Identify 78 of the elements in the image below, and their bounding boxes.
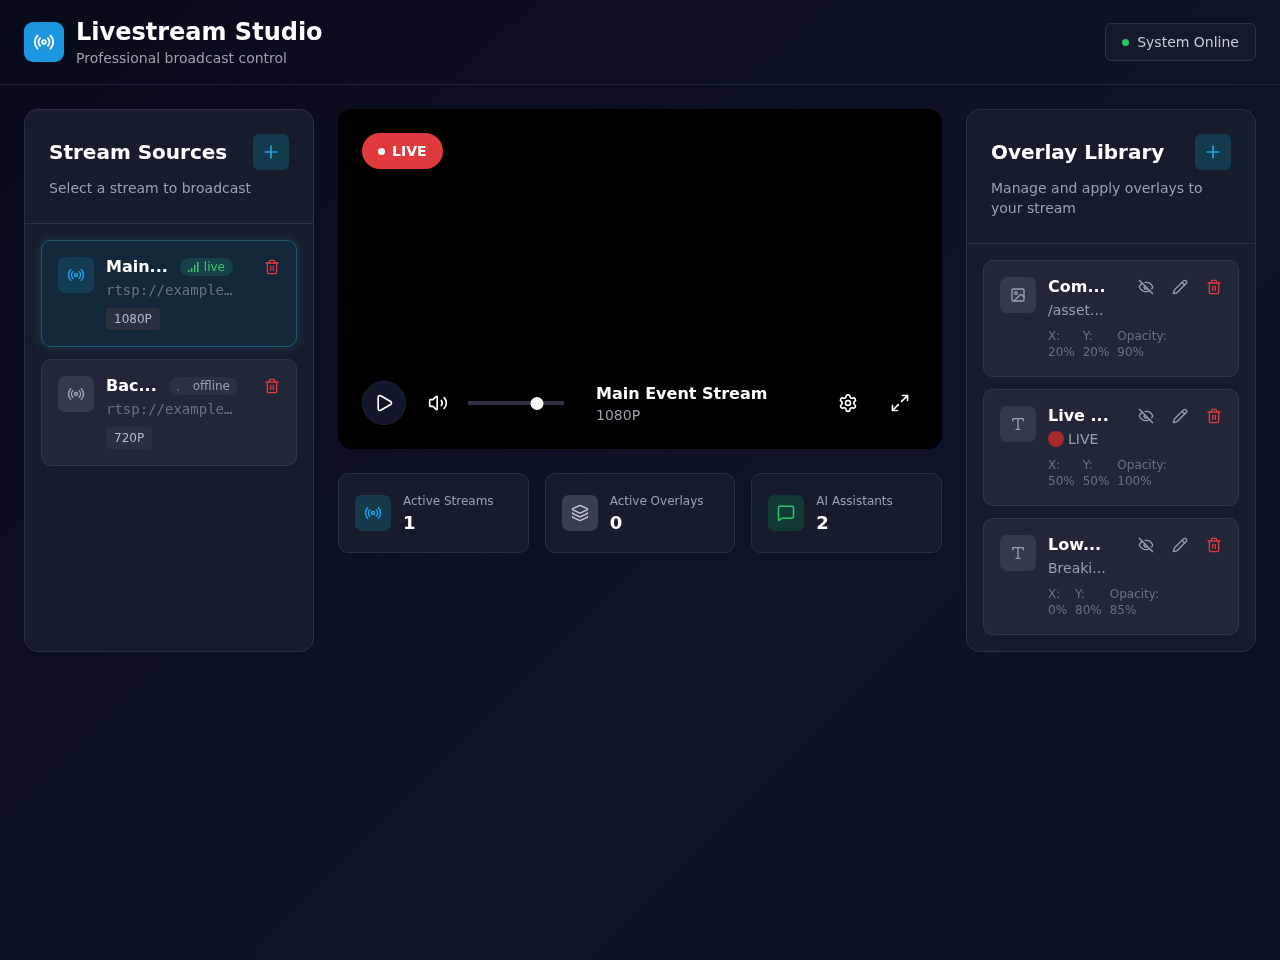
meta-value: 20%	[1082, 344, 1110, 360]
stream-url: rtsp://example…	[106, 401, 234, 417]
system-status: System Online	[1105, 23, 1256, 61]
meta-value: 85%	[1109, 602, 1138, 618]
edit-icon[interactable]	[1172, 407, 1188, 424]
settings-icon[interactable]	[838, 393, 858, 413]
image-icon	[1000, 277, 1036, 313]
source-name: Main...	[106, 257, 168, 276]
meta-label: Y:	[1082, 328, 1094, 344]
layers-icon	[561, 495, 598, 531]
meta-value: 50%	[1082, 473, 1110, 489]
play-icon	[374, 393, 394, 413]
delete-icon[interactable]	[264, 377, 280, 394]
meta-label: Opacity:	[1117, 457, 1167, 473]
overlay-detail: LIVE	[1068, 431, 1099, 447]
status-badge: offline	[168, 376, 238, 395]
meta-label: X:	[1048, 457, 1062, 473]
hidden-icon[interactable]	[1138, 407, 1154, 424]
meta-value: 90%	[1117, 344, 1145, 360]
source-card[interactable]: Bac... offline rtsp://example… 720P	[41, 359, 297, 466]
hidden-icon[interactable]	[1138, 278, 1154, 295]
overlay-detail: /asset...	[1048, 302, 1104, 318]
fullscreen-icon[interactable]	[890, 393, 910, 413]
overlay-name: Com...	[1048, 277, 1106, 296]
play-button[interactable]	[362, 381, 406, 425]
meta-label: Opacity:	[1109, 586, 1160, 602]
add-button[interactable]	[1195, 134, 1231, 170]
meta-value: 20%	[1048, 344, 1075, 360]
panel-subtitle: Manage and apply overlays to your stream	[991, 179, 1204, 218]
add-button[interactable]	[253, 134, 289, 170]
stat-value: 0	[609, 511, 624, 533]
stat-label: AI Assistants	[816, 493, 893, 508]
text-icon	[1000, 406, 1036, 442]
source-card[interactable]: Main... live rtsp://example… 1080P	[41, 240, 297, 347]
panel-subtitle: Select a stream to broadcast	[49, 179, 253, 198]
meta-value: 50%	[1048, 473, 1075, 489]
stat-value: 2	[816, 511, 830, 533]
stream-resolution: 1080P	[596, 406, 642, 423]
slider-thumb[interactable]	[530, 396, 544, 410]
stat-value: 1	[403, 511, 417, 533]
stream-title: Main Event Stream	[596, 383, 769, 403]
stat-label: Active Overlays	[609, 493, 704, 508]
delete-icon[interactable]	[1206, 407, 1222, 424]
hidden-icon[interactable]	[1138, 536, 1154, 553]
resolution-tag: 1080P	[106, 308, 160, 330]
overlay-name: Low...	[1048, 535, 1102, 554]
meta-label: Opacity:	[1117, 328, 1167, 344]
panel-title: Overlay Library	[991, 140, 1165, 164]
live-badge: LIVE	[362, 133, 443, 169]
stat-label: Active Streams	[403, 493, 494, 508]
edit-icon[interactable]	[1172, 536, 1188, 553]
broadcast-icon	[24, 22, 64, 62]
meta-label: X:	[1048, 586, 1062, 602]
meta-value: 80%	[1075, 602, 1102, 618]
broadcast-icon	[58, 376, 94, 412]
status-badge: live	[179, 257, 233, 276]
stream-url: rtsp://example…	[106, 282, 234, 298]
broadcast-icon	[355, 495, 391, 531]
app-subtitle: Professional broadcast control	[76, 50, 288, 66]
chat-icon	[768, 495, 805, 531]
delete-icon[interactable]	[1206, 536, 1222, 553]
resolution-tag: 720P	[106, 427, 153, 449]
delete-icon[interactable]	[1206, 278, 1222, 295]
meta-label: Y:	[1075, 586, 1086, 602]
edit-icon[interactable]	[1172, 278, 1188, 295]
source-name: Bac...	[106, 376, 157, 395]
text-icon	[1000, 535, 1036, 571]
meta-label: X:	[1048, 328, 1062, 344]
panel-title: Stream Sources	[49, 140, 228, 164]
overlay-detail: Breaki...	[1048, 560, 1106, 576]
meta-label: Y:	[1082, 457, 1094, 473]
volume-icon[interactable]	[428, 393, 448, 413]
delete-icon[interactable]	[264, 258, 280, 275]
meta-value: 0%	[1048, 602, 1068, 618]
meta-value: 100%	[1117, 473, 1153, 489]
overlay-name: Live ...	[1048, 406, 1109, 425]
app-title: Livestream Studio	[76, 18, 323, 46]
broadcast-icon	[58, 257, 94, 293]
